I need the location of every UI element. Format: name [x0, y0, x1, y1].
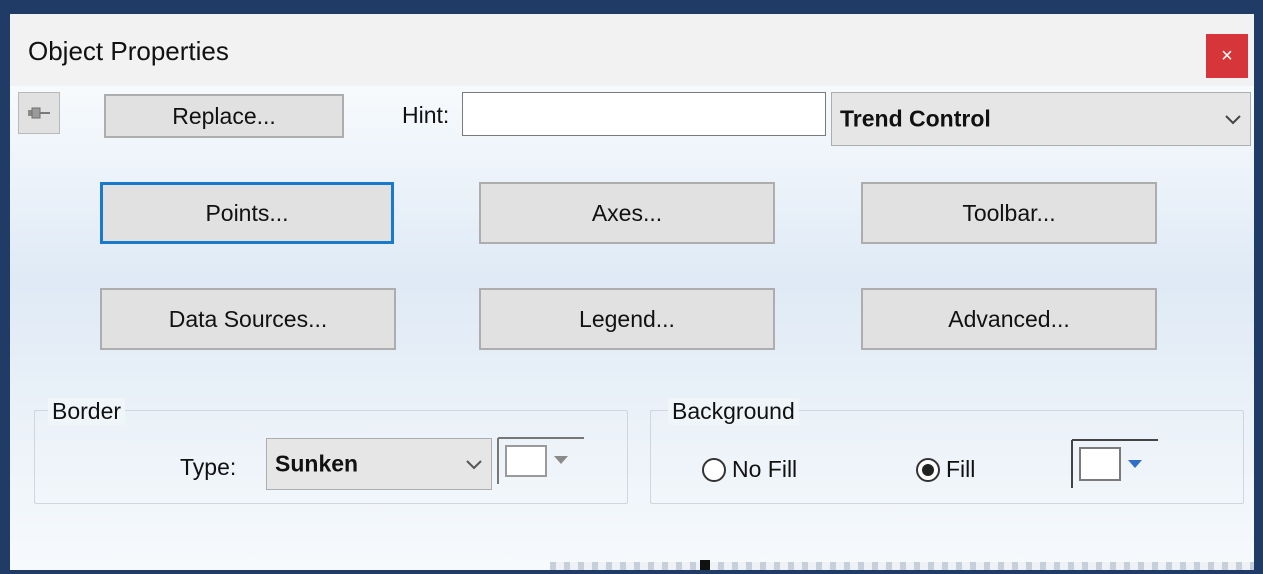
border-group-label: Border [48, 398, 126, 425]
border-color-picker[interactable] [496, 436, 586, 486]
title-bar[interactable]: Object Properties × [10, 14, 1254, 86]
window-title: Object Properties [28, 36, 229, 66]
fill-label[interactable]: Fill [946, 456, 975, 483]
border-type-select[interactable]: Sunken [266, 438, 492, 490]
close-button[interactable]: × [1206, 34, 1248, 78]
axes-button[interactable]: Axes... [479, 182, 775, 244]
object-properties-window: Object Properties × Replace... Hint: Tre… [10, 14, 1254, 570]
legend-button[interactable]: Legend... [479, 288, 775, 350]
border-type-value: Sunken [275, 450, 359, 477]
background-color-picker[interactable] [1070, 438, 1160, 490]
border-color-swatch-icon [497, 437, 584, 484]
advanced-button[interactable]: Advanced... [861, 288, 1157, 350]
background-color-swatch-icon [1071, 439, 1158, 488]
hint-label: Hint: [402, 102, 450, 128]
object-type-select[interactable]: Trend Control [831, 92, 1251, 146]
fill-radio[interactable] [916, 458, 940, 482]
chevron-down-icon [1225, 115, 1241, 125]
pin-icon [28, 107, 50, 119]
replace-button[interactable]: Replace... [104, 94, 344, 138]
no-fill-label[interactable]: No Fill [732, 456, 797, 483]
pin-button[interactable] [18, 92, 60, 134]
no-fill-radio[interactable] [702, 458, 726, 482]
hint-input[interactable] [462, 92, 826, 136]
background-group-label: Background [668, 398, 799, 425]
object-type-value: Trend Control [840, 105, 991, 132]
chevron-down-icon [466, 460, 482, 470]
ruler-marker [700, 560, 710, 570]
toolbar-button[interactable]: Toolbar... [861, 182, 1157, 244]
border-type-label: Type: [180, 454, 237, 480]
data-sources-button[interactable]: Data Sources... [100, 288, 396, 350]
underlying-ruler [550, 562, 1254, 570]
points-button[interactable]: Points... [100, 182, 394, 244]
